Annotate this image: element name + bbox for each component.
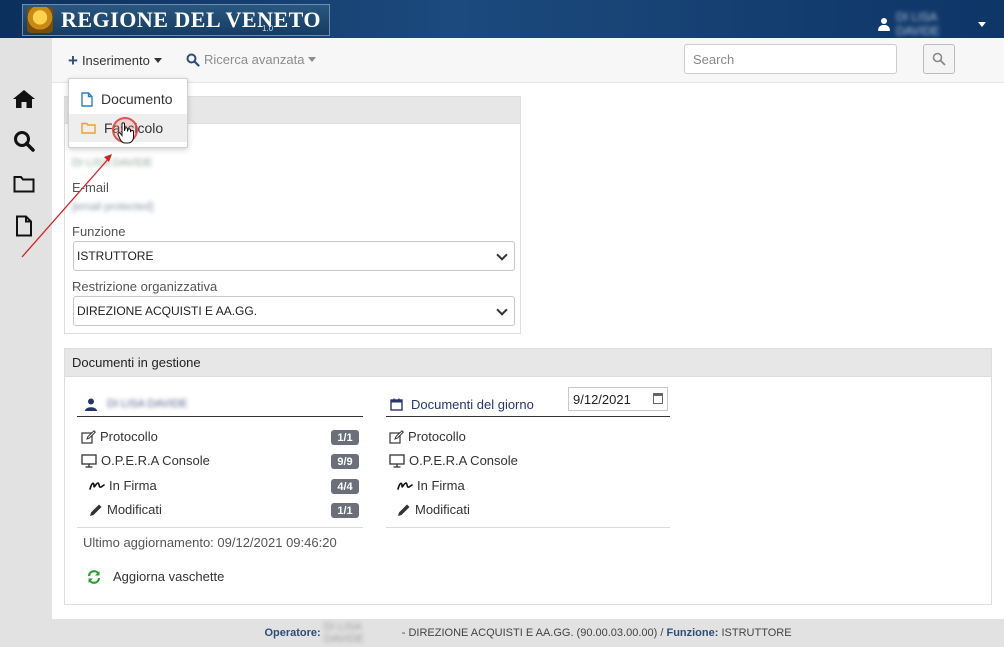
signature-icon: [89, 480, 105, 492]
operatore-value: DI LISA DAVIDE: [323, 621, 364, 645]
ricerca-avanzata-label: Ricerca avanzata: [204, 52, 305, 67]
row-label: Protocollo: [408, 429, 466, 444]
row-label: In Firma: [417, 478, 465, 493]
monitor-icon: [389, 453, 405, 468]
organization-text: - DIREZIONE ACQUISTI E AA.GG. (90.00.03.…: [401, 627, 664, 639]
user-column-name: DI LISA DAVIDE: [107, 398, 188, 410]
footer-funzione-value: ISTRUTTORE: [721, 627, 792, 639]
monitor-icon: [81, 453, 97, 468]
edit-icon: [81, 429, 96, 444]
divider: [386, 527, 670, 528]
search-icon: [932, 52, 946, 66]
card-header: Documenti in gestione: [65, 349, 991, 377]
count-badge: 9/9: [331, 454, 359, 469]
date-value: 9/12/2021: [573, 391, 631, 407]
count-badge: 1/1: [331, 430, 359, 445]
app-version: 1.0: [262, 24, 274, 33]
row-in-firma[interactable]: In Firma: [89, 478, 157, 493]
signature-icon: [397, 480, 413, 492]
caret-down-icon: [308, 57, 317, 62]
documenti-in-gestione-card: Documenti in gestione DI LISA DAVIDE Pro…: [64, 348, 992, 605]
row-label: Modificati: [107, 502, 162, 517]
search-input[interactable]: [684, 44, 897, 74]
user-name: DI LISA DAVIDE: [896, 10, 940, 38]
row-protocollo[interactable]: Protocollo: [81, 429, 158, 444]
refresh-label: Aggiorna vaschette: [113, 569, 225, 584]
row-label: Modificati: [415, 502, 470, 517]
row-in-firma-giorno[interactable]: In Firma: [397, 478, 465, 493]
count-badge: 4/4: [331, 479, 359, 494]
status-footer: Operatore: DI LISA DAVIDE - DIREZIONE AC…: [52, 619, 1004, 647]
calendar-icon: [390, 398, 403, 411]
row-opera-console-giorno[interactable]: O.P.E.R.A Console: [389, 453, 518, 468]
edit-icon: [389, 429, 404, 444]
row-label: Protocollo: [100, 429, 158, 444]
divider: [77, 527, 363, 528]
restrizione-label: Restrizione organizzativa: [72, 279, 218, 294]
footer-funzione-label: Funzione:: [666, 627, 719, 639]
aggiorna-vaschette-button[interactable]: Aggiorna vaschette: [87, 569, 224, 584]
annotation-arrow: [21, 154, 112, 258]
restrizione-select[interactable]: DIREZIONE ACQUISTI E AA.GG.: [73, 296, 515, 326]
user-menu[interactable]: DI LISA DAVIDE: [878, 10, 986, 38]
calendar-icon[interactable]: [653, 393, 663, 404]
row-protocollo-giorno[interactable]: Protocollo: [389, 429, 466, 444]
card-title: Documenti in gestione: [72, 355, 201, 370]
row-label: O.P.E.R.A Console: [101, 453, 210, 468]
row-opera-console[interactable]: O.P.E.R.A Console: [81, 453, 210, 468]
row-label: O.P.E.R.A Console: [409, 453, 518, 468]
pencil-icon: [397, 503, 411, 517]
refresh-icon: [87, 569, 101, 584]
user-icon: [85, 398, 97, 411]
ricerca-avanzata-menu-button[interactable]: Ricerca avanzata: [186, 52, 317, 67]
row-modificati[interactable]: Modificati: [89, 502, 162, 517]
restrizione-selected-value: DIREZIONE ACQUISTI E AA.GG.: [77, 304, 258, 318]
documenti-del-giorno-title: Documenti del giorno: [411, 396, 534, 412]
last-update-text: Ultimo aggiornamento: 09/12/2021 09:46:2…: [83, 535, 337, 550]
chevron-down-icon: [496, 249, 508, 261]
chevron-down-icon: [978, 21, 986, 27]
count-badge: 1/1: [331, 503, 359, 518]
hand-cursor-icon: [117, 122, 134, 144]
user-icon: [878, 17, 890, 31]
row-label: In Firma: [109, 478, 157, 493]
row-modificati-giorno[interactable]: Modificati: [397, 502, 470, 517]
date-picker-input[interactable]: 9/12/2021: [568, 387, 668, 411]
operatore-label: Operatore:: [264, 627, 321, 639]
user-column-header: DI LISA DAVIDE: [77, 392, 363, 417]
pencil-icon: [89, 503, 103, 517]
chevron-down-icon: [496, 304, 508, 316]
search-button[interactable]: [923, 44, 955, 74]
